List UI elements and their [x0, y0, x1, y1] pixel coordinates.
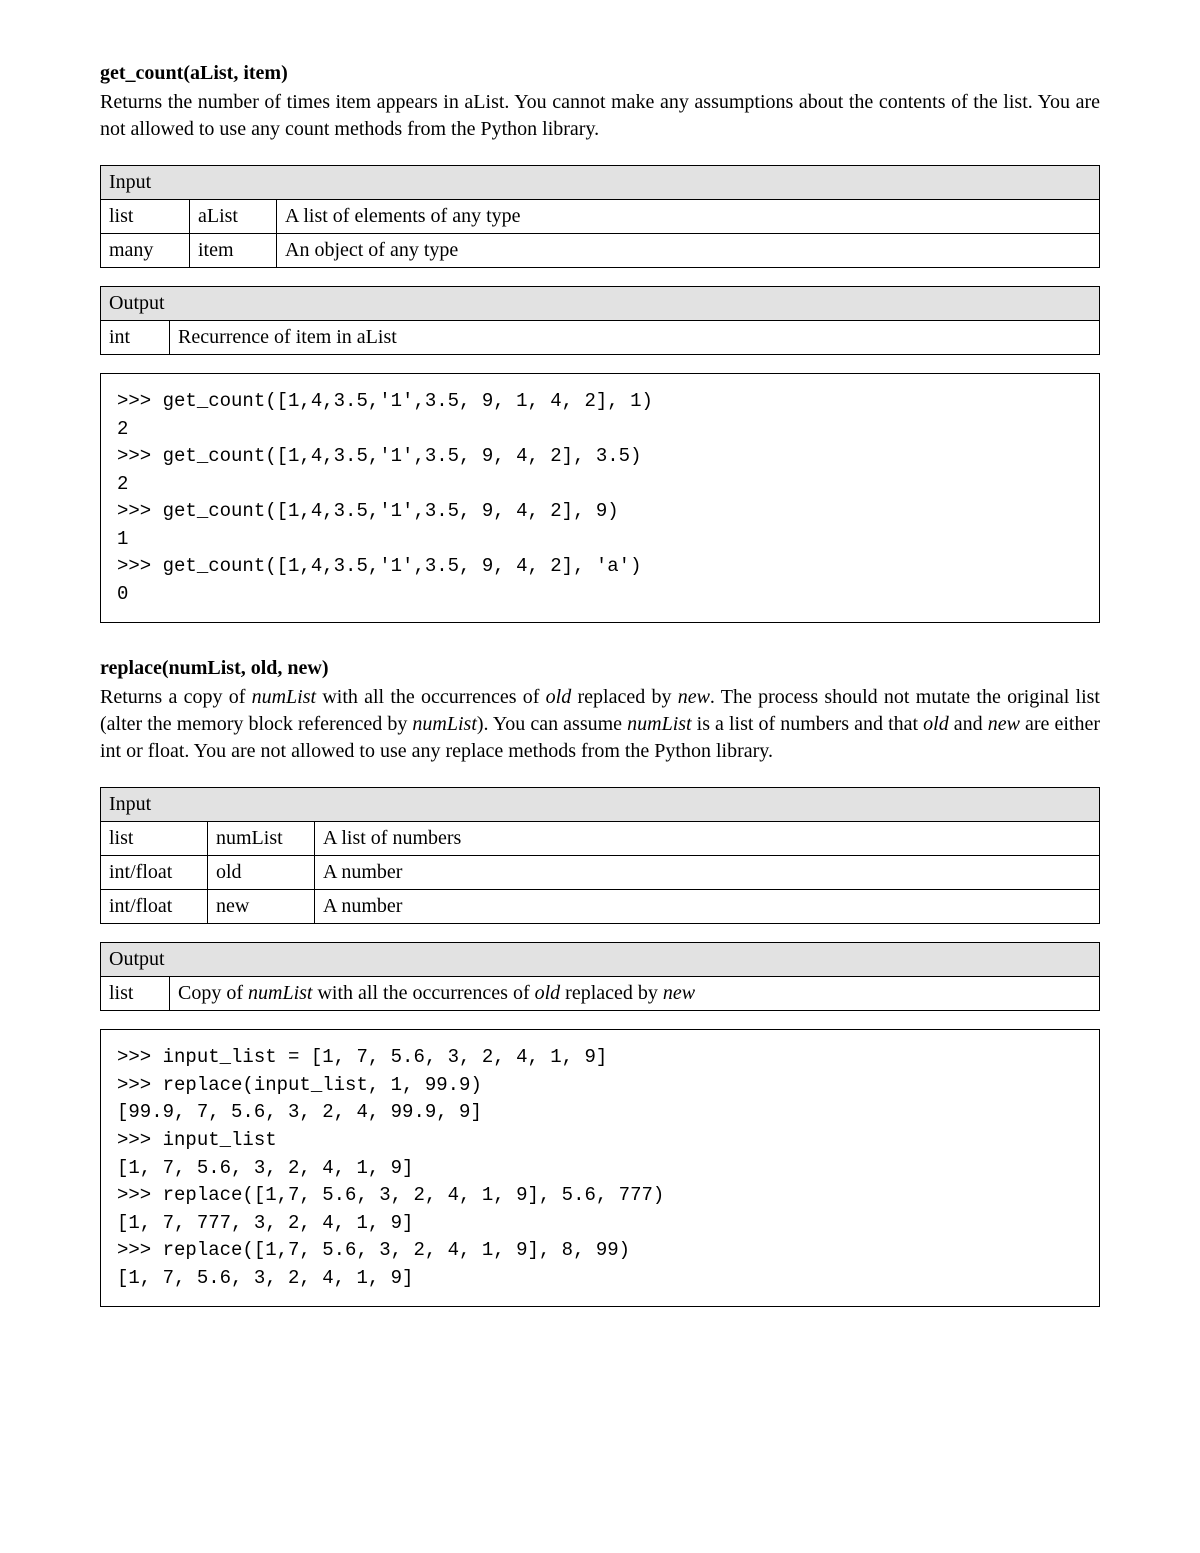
code-example: >>> get_count([1,4,3.5,'1',3.5, 9, 1, 4,… [100, 373, 1100, 623]
input-header: Input [101, 788, 1100, 822]
return-desc: Copy of numList with all the occurrences… [170, 977, 1100, 1011]
table-row: int/float old A number [101, 856, 1100, 890]
param-desc: A number [315, 890, 1100, 924]
param-name: aList [190, 200, 277, 234]
table-row: int Recurrence of item in aList [101, 321, 1100, 355]
output-header: Output [101, 287, 1100, 321]
param-desc: A number [315, 856, 1100, 890]
input-header: Input [101, 166, 1100, 200]
input-table: Input list aList A list of elements of a… [100, 165, 1100, 268]
function-heading: get_count(aList, item) [100, 60, 1100, 87]
return-desc: Recurrence of item in aList [170, 321, 1100, 355]
param-type: int/float [101, 856, 208, 890]
output-header: Output [101, 943, 1100, 977]
input-table: Input list numList A list of numbers int… [100, 787, 1100, 924]
output-table: Output int Recurrence of item in aList [100, 286, 1100, 355]
param-type: many [101, 234, 190, 268]
param-desc: A list of elements of any type [277, 200, 1100, 234]
function-description: Returns the number of times item appears… [100, 89, 1100, 143]
table-row: many item An object of any type [101, 234, 1100, 268]
param-name: numList [208, 822, 315, 856]
table-row: int/float new A number [101, 890, 1100, 924]
param-type: int/float [101, 890, 208, 924]
table-row: list numList A list of numbers [101, 822, 1100, 856]
table-row: list Copy of numList with all the occurr… [101, 977, 1100, 1011]
output-table: Output list Copy of numList with all the… [100, 942, 1100, 1011]
param-name: item [190, 234, 277, 268]
param-name: new [208, 890, 315, 924]
return-type: list [101, 977, 170, 1011]
table-row: list aList A list of elements of any typ… [101, 200, 1100, 234]
param-name: old [208, 856, 315, 890]
function-heading: replace(numList, old, new) [100, 655, 1100, 682]
param-desc: An object of any type [277, 234, 1100, 268]
param-desc: A list of numbers [315, 822, 1100, 856]
param-type: list [101, 200, 190, 234]
code-example: >>> input_list = [1, 7, 5.6, 3, 2, 4, 1,… [100, 1029, 1100, 1307]
function-description: Returns a copy of numList with all the o… [100, 684, 1100, 765]
return-type: int [101, 321, 170, 355]
param-type: list [101, 822, 208, 856]
